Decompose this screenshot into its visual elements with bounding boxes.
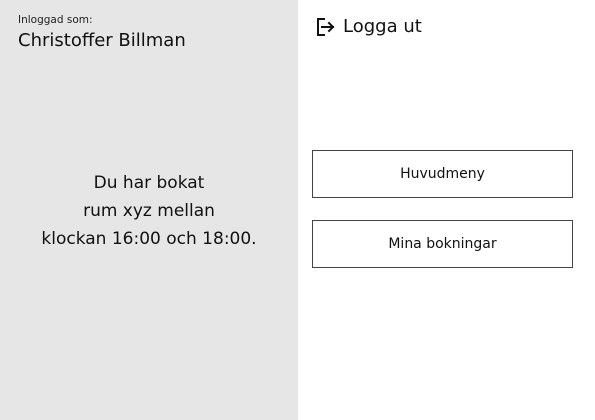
booking-confirmation-message: Du har bokat rum xyz mellan klockan 16:0… — [0, 169, 298, 253]
my-bookings-button[interactable]: Mina bokningar — [312, 220, 573, 268]
confirmation-line: klockan 16:00 och 18:00. — [41, 229, 257, 249]
user-name: Christoffer Billman — [18, 30, 186, 51]
session-panel: Inloggad som: Christoffer Billman Du har… — [0, 0, 298, 420]
main-menu-button[interactable]: Huvudmeny — [312, 150, 573, 198]
logout-icon — [316, 17, 336, 37]
confirmation-line: Du har bokat — [93, 173, 205, 193]
logout-label: Logga ut — [343, 16, 422, 37]
logged-in-caption: Inloggad som: — [18, 14, 93, 26]
actions-panel: Logga ut Huvudmeny Mina bokningar — [298, 0, 595, 420]
confirmation-line: rum xyz mellan — [83, 201, 215, 221]
logout-button[interactable]: Logga ut — [316, 15, 422, 39]
